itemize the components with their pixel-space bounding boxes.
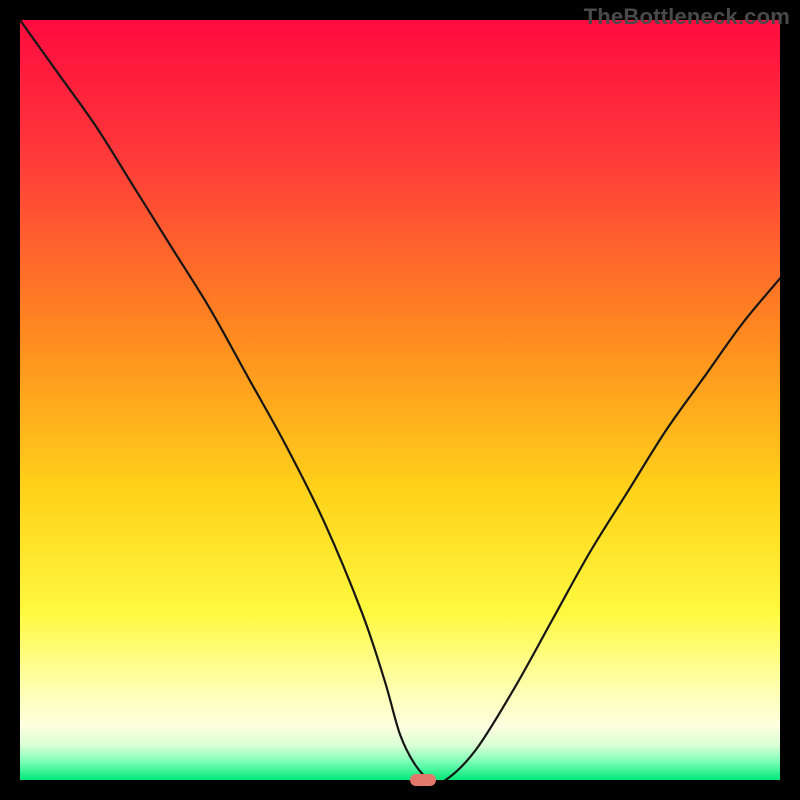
plot-area [20,20,780,780]
optimal-marker [410,774,436,786]
watermark-text: TheBottleneck.com [584,4,790,30]
chart-frame: TheBottleneck.com [0,0,800,800]
bottleneck-curve [20,20,780,780]
